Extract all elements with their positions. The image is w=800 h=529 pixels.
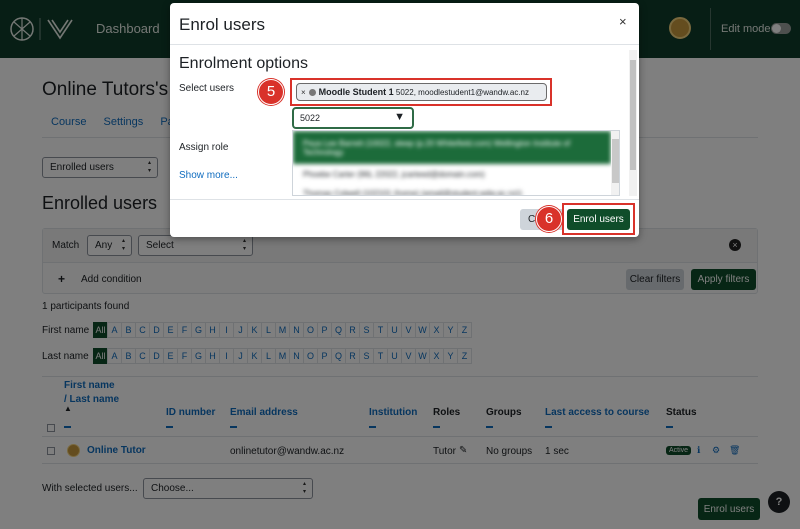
user-search-input[interactable]: 5022 ▼ [292,107,414,129]
user-search-value: 5022 [300,113,321,123]
user-avatar-icon [308,89,316,96]
enrol-users-dialog: Enrol users × Enrolment options Select u… [170,3,639,237]
highlight-frame-enrol: Enrol users [562,203,635,235]
show-more-link[interactable]: Show more... [179,170,238,181]
remove-user-icon[interactable]: × [301,88,306,97]
selected-user-name: Moodle Student 1 [318,87,394,97]
selected-user-detail: 5022, moodlestudent1@wandw.ac.nz [395,88,530,97]
dialog-header: Enrol users × [170,3,639,45]
dialog-footer: Cancel Enrol users 6 [170,199,639,237]
highlight-frame-selected-user: × Moodle Student 1 5022, moodlestudent1@w… [290,78,552,106]
suggestions-scrollbar[interactable] [611,131,619,195]
close-icon[interactable]: × [619,14,627,29]
dropdown-arrow-icon[interactable]: ▼ [394,111,405,123]
user-suggestions-list: Peya Lee Barrett (10022, sleep (p.20 Whi… [292,130,620,196]
selected-user-chip[interactable]: × Moodle Student 1 5022, moodlestudent1@w… [296,83,547,101]
suggestion-item[interactable]: Peya Lee Barrett (10022, sleep (p.20 Whi… [293,131,611,164]
dialog-scrollbar[interactable] [629,50,637,196]
dialog-scroll-thumb[interactable] [630,60,636,170]
assign-role-label: Assign role [179,142,229,153]
suggestions-scroll-thumb[interactable] [612,139,619,183]
dialog-body: Enrolment options Select users 5 × Moodle… [170,46,639,198]
callout-step-5: 5 [258,79,284,105]
enrolment-options-heading: Enrolment options [179,55,308,72]
enrol-users-button[interactable]: Enrol users [567,209,630,230]
select-users-label: Select users [179,83,235,94]
suggestion-item[interactable]: Thomas Colwell (102101 (home) (email@stu… [293,183,611,195]
callout-step-6: 6 [536,206,562,232]
dialog-title: Enrol users [179,15,265,34]
